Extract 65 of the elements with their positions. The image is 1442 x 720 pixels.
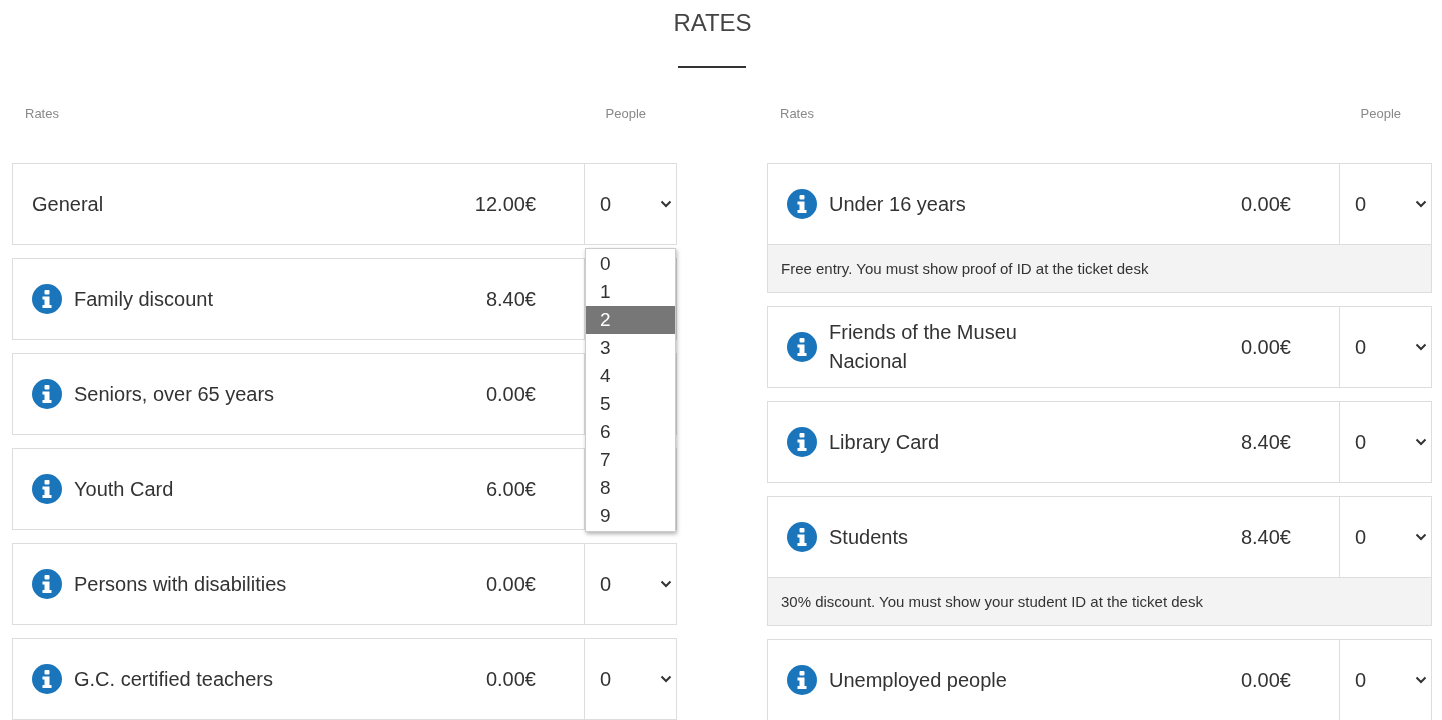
chevron-down-icon: [1415, 438, 1427, 446]
page-title: RATES: [672, 8, 753, 37]
people-select[interactable]: 0: [1340, 640, 1431, 720]
rate-price: 0.00€: [485, 572, 536, 596]
dropdown-option[interactable]: 5: [586, 390, 675, 418]
rate-name: Family discount: [74, 286, 214, 312]
dropdown-option[interactable]: 7: [586, 446, 675, 474]
people-select[interactable]: 0: [1340, 307, 1431, 387]
rate-name: General: [32, 191, 105, 217]
dropdown-option[interactable]: 3: [586, 334, 675, 362]
people-select[interactable]: 0: [1340, 402, 1431, 482]
rate-price: 6.00€: [485, 477, 536, 501]
rate-price: 12.00€: [474, 192, 536, 216]
people-select[interactable]: 0: [585, 164, 676, 244]
info-icon[interactable]: [787, 665, 817, 695]
rate-price: 0.00€: [485, 382, 536, 406]
rate-price: 8.40€: [1240, 525, 1291, 549]
rate-price: 8.40€: [1240, 430, 1291, 454]
dropdown-option[interactable]: 6: [586, 418, 675, 446]
rate-name: Unemployed people: [829, 667, 1008, 693]
rate-name: Friends of the Museu Nacional: [829, 320, 1018, 374]
column-header: People: [605, 106, 646, 122]
dropdown-option[interactable]: 8: [586, 474, 675, 502]
rate-price: 0.00€: [1240, 668, 1291, 692]
chevron-down-icon: [660, 200, 672, 208]
rate-name: Library Card: [829, 429, 941, 455]
dropdown-option[interactable]: 9: [586, 502, 675, 530]
info-icon[interactable]: [32, 379, 62, 409]
info-icon[interactable]: [32, 569, 62, 599]
rate-name: Students: [829, 524, 909, 550]
info-icon[interactable]: [787, 332, 817, 362]
rate-price: 0.00€: [1240, 192, 1291, 216]
dropdown-option[interactable]: 1: [586, 278, 675, 306]
chevron-down-icon: [1415, 200, 1427, 208]
chevron-down-icon: [1415, 676, 1427, 684]
chevron-down-icon: [1415, 533, 1427, 541]
rate-name: Under 16 years: [829, 191, 967, 217]
info-icon[interactable]: [787, 189, 817, 219]
info-icon[interactable]: [787, 522, 817, 552]
people-select[interactable]: 0: [1340, 164, 1431, 244]
column-header: Rates: [25, 106, 59, 122]
rate-price: 8.40€: [485, 287, 536, 311]
people-select[interactable]: 0: [1340, 497, 1431, 577]
dropdown-option[interactable]: 2: [586, 306, 675, 334]
people-select[interactable]: 0: [585, 544, 676, 624]
info-icon[interactable]: [32, 664, 62, 694]
dropdown-option[interactable]: 4: [586, 362, 675, 390]
dropdown-option[interactable]: 0: [586, 250, 675, 278]
rate-price: 0.00€: [485, 667, 536, 691]
rate-name: G.C. certified teachers: [74, 666, 274, 692]
rate-name: Seniors, over 65 years: [74, 381, 276, 407]
rate-price: 0.00€: [1240, 335, 1291, 359]
info-icon[interactable]: [787, 427, 817, 457]
rate-name: Persons with disabilities: [74, 571, 288, 597]
chevron-down-icon: [660, 675, 672, 683]
column-header: Rates: [780, 106, 814, 122]
column-header: People: [1360, 106, 1401, 122]
chevron-down-icon: [1415, 343, 1427, 351]
rate-note: 30% discount. You must show your student ID at the ticket desk: [767, 578, 1432, 626]
info-icon[interactable]: [32, 284, 62, 314]
rate-note: Free entry. You must show proof of ID at the ticket desk: [767, 245, 1432, 293]
rate-name: Youth Card: [74, 476, 175, 502]
people-select[interactable]: 0: [585, 639, 676, 719]
chevron-down-icon: [660, 580, 672, 588]
info-icon[interactable]: [32, 474, 62, 504]
